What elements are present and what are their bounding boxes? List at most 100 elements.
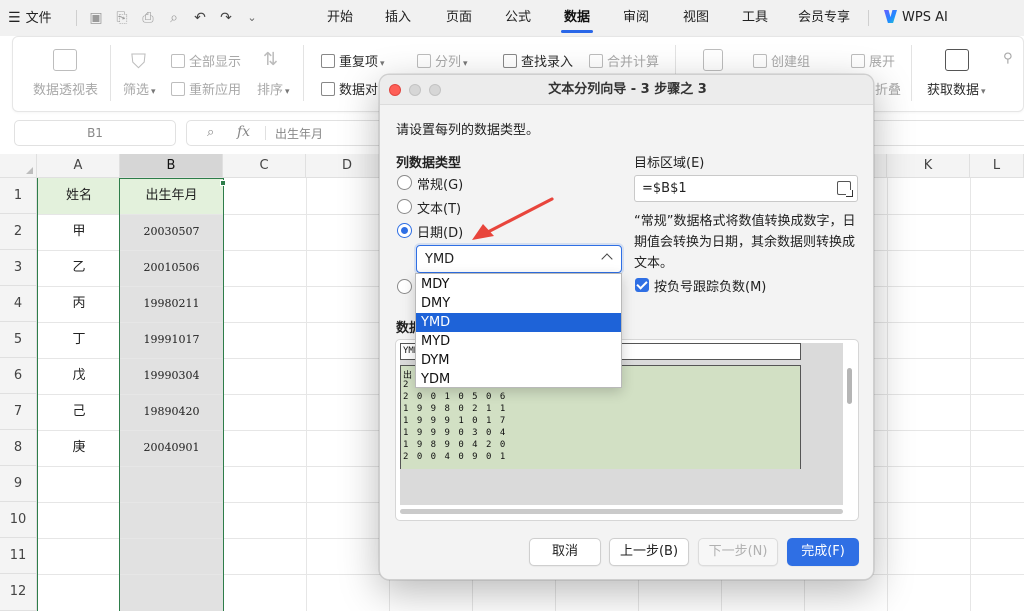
- save-icon[interactable]: ▣: [87, 9, 105, 27]
- scrollbar-thumb[interactable]: [400, 509, 843, 514]
- export-icon[interactable]: ⎘: [113, 9, 131, 27]
- tab-formula[interactable]: 公式: [496, 0, 540, 36]
- outline-icon: [703, 49, 723, 71]
- merge-calc-label: 合并计算: [607, 55, 660, 70]
- preview-line: 2 0 0 1 0 5 0 6: [403, 392, 507, 402]
- fill-handle[interactable]: [220, 180, 226, 186]
- sort-icon: ⇅: [263, 49, 279, 70]
- data-compare-label: 数据对: [339, 83, 379, 98]
- date-option-dym[interactable]: DYM: [416, 351, 621, 370]
- preview-vertical-scrollbar[interactable]: [844, 344, 856, 504]
- row-header-7[interactable]: 7: [0, 394, 37, 430]
- toolbar-divider: [76, 10, 77, 26]
- name-box[interactable]: B1: [14, 120, 176, 146]
- split-button[interactable]: 分列 ▾: [417, 51, 468, 70]
- row-header-10[interactable]: 10: [0, 502, 37, 538]
- radio-text-label[interactable]: 文本(T): [417, 198, 461, 217]
- radio-text[interactable]: [397, 199, 412, 214]
- show-all-button[interactable]: 全部显示: [171, 51, 241, 70]
- tab-review[interactable]: 审阅: [614, 0, 658, 36]
- scrollbar-thumb[interactable]: [847, 368, 852, 404]
- pivot-table-button[interactable]: 数据透视表: [33, 79, 98, 98]
- negative-checkbox-label[interactable]: 按负号跟踪负数(M): [654, 276, 766, 295]
- col-header-d[interactable]: D: [306, 154, 389, 178]
- duplicates-button[interactable]: 重复项 ▾: [321, 51, 385, 70]
- create-group-button[interactable]: 创建组: [753, 51, 810, 70]
- date-option-myd[interactable]: MYD: [416, 332, 621, 351]
- duplicates-label: 重复项: [339, 55, 379, 70]
- row-header-6[interactable]: 6: [0, 358, 37, 394]
- more-chevron-icon[interactable]: ⌄: [243, 9, 261, 27]
- negative-checkbox[interactable]: [635, 278, 649, 292]
- ribbon-divider: [110, 45, 111, 101]
- fx-icon[interactable]: fx: [237, 124, 250, 140]
- radio-date[interactable]: [397, 223, 412, 238]
- row-header-12[interactable]: 12: [0, 574, 37, 611]
- format-note: “常规”数据格式将数值转换成数字，日 期值会转换为日期，其余数据则转换成 文本。: [634, 211, 855, 274]
- select-all-corner[interactable]: [0, 154, 37, 178]
- file-menu[interactable]: ☰ 文件: [8, 0, 68, 36]
- chevron-down-icon: ▾: [463, 59, 468, 69]
- row-header-1[interactable]: 1: [0, 178, 37, 214]
- date-option-ydm[interactable]: YDM: [416, 370, 621, 389]
- date-option-ymd[interactable]: YMD: [416, 313, 621, 332]
- data-compare-button[interactable]: 数据对: [321, 79, 378, 98]
- find-entry-button[interactable]: 查找录入: [503, 51, 573, 70]
- get-data-button[interactable]: 获取数据 ▾: [927, 79, 986, 98]
- col-header-c[interactable]: C: [223, 154, 306, 178]
- sort-button[interactable]: 排序 ▾: [257, 79, 290, 98]
- target-area-input[interactable]: =$B$1: [634, 175, 858, 202]
- zoom-icon[interactable]: ⌕: [207, 125, 214, 140]
- radio-date-label[interactable]: 日期(D): [417, 222, 463, 241]
- date-format-select[interactable]: YMD: [416, 245, 622, 273]
- col-header-l[interactable]: L: [970, 154, 1024, 178]
- cancel-button[interactable]: 取消: [529, 538, 601, 566]
- row-header-3[interactable]: 3: [0, 250, 37, 286]
- merge-calc-button[interactable]: 合并计算: [589, 51, 659, 70]
- radio-skip[interactable]: [397, 279, 412, 294]
- tab-data[interactable]: 数据: [555, 0, 599, 36]
- row-header-2[interactable]: 2: [0, 214, 37, 250]
- radio-general-label[interactable]: 常规(G): [417, 174, 463, 193]
- range-select-icon[interactable]: [837, 181, 853, 197]
- date-option-mdy[interactable]: MDY: [416, 275, 621, 294]
- date-option-dmy[interactable]: DMY: [416, 294, 621, 313]
- tab-tools[interactable]: 工具: [733, 0, 777, 36]
- expand-label: 展开: [869, 55, 896, 70]
- finish-button[interactable]: 完成(F): [787, 538, 859, 566]
- col-header-a[interactable]: A: [37, 154, 120, 178]
- preview-line: 1 9 9 9 0 3 0 4: [403, 428, 507, 438]
- tab-home[interactable]: 开始: [318, 0, 362, 36]
- tab-view[interactable]: 视图: [674, 0, 718, 36]
- create-group-label: 创建组: [771, 55, 811, 70]
- radio-general[interactable]: [397, 175, 412, 190]
- file-menu-label: 文件: [25, 11, 52, 26]
- print-icon[interactable]: ⎙: [139, 9, 157, 27]
- expand-button[interactable]: 展开: [851, 51, 895, 70]
- preview-horizontal-scrollbar[interactable]: [400, 508, 843, 516]
- row-header-9[interactable]: 9: [0, 466, 37, 502]
- print-preview-icon[interactable]: ⌕: [165, 9, 183, 27]
- chevron-down-icon: ▾: [380, 59, 385, 69]
- row-header-5[interactable]: 5: [0, 322, 37, 358]
- reapply-button[interactable]: 重新应用: [171, 79, 241, 98]
- undo-icon[interactable]: ↶: [191, 9, 209, 27]
- collapse-button[interactable]: 折叠: [875, 79, 901, 98]
- link-icon[interactable]: ⚲: [1003, 51, 1013, 66]
- col-header-b[interactable]: B: [120, 154, 223, 178]
- formula-value: 出生年月: [275, 127, 324, 141]
- row-header-4[interactable]: 4: [0, 286, 37, 322]
- back-button[interactable]: 上一步(B): [609, 538, 689, 566]
- target-area-label: 目标区域(E): [634, 156, 705, 171]
- date-format-dropdown: MDY DMY YMD MYD DYM YDM: [415, 273, 622, 388]
- wps-ai-button[interactable]: WPS AI: [884, 0, 948, 36]
- row-header-11[interactable]: 11: [0, 538, 37, 574]
- row-header-8[interactable]: 8: [0, 430, 37, 466]
- redo-icon[interactable]: ↷: [217, 9, 235, 27]
- col-header-k[interactable]: K: [887, 154, 970, 178]
- chevron-down-icon: ▾: [151, 87, 156, 97]
- tab-page[interactable]: 页面: [437, 0, 481, 36]
- filter-button[interactable]: 筛选 ▾: [123, 79, 156, 98]
- tab-member[interactable]: 会员专享: [792, 0, 856, 36]
- tab-insert[interactable]: 插入: [376, 0, 420, 36]
